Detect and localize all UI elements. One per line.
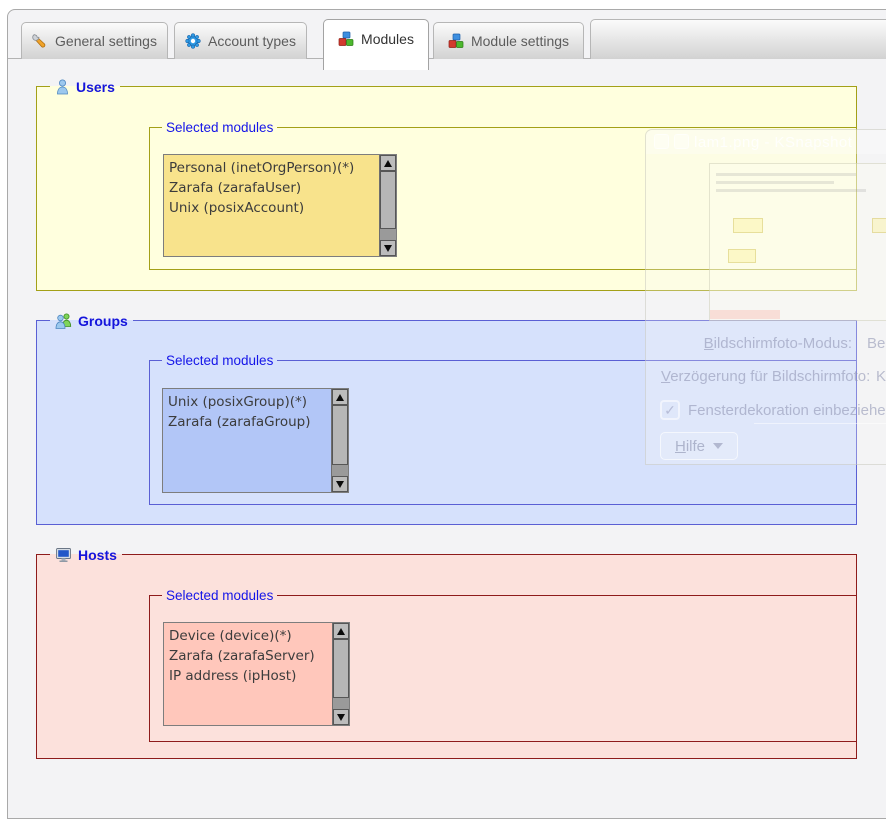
- list-item[interactable]: Zarafa (zarafaServer): [169, 646, 330, 666]
- scrollbar-thumb[interactable]: [333, 639, 349, 698]
- groups-modules-listbox[interactable]: Unix (posixGroup)(*) Zarafa (zarafaGroup…: [162, 388, 349, 493]
- section-label: Groups: [78, 313, 128, 329]
- scrollbar-track[interactable]: [380, 171, 396, 240]
- selected-modules-legend: Selected modules: [162, 587, 277, 604]
- tab-label: Modules: [361, 31, 414, 47]
- list-item[interactable]: Zarafa (zarafaGroup): [168, 412, 329, 432]
- scroll-down-button[interactable]: [380, 240, 396, 256]
- scrollbar-track[interactable]: [332, 405, 348, 476]
- scrollbar[interactable]: [332, 623, 349, 725]
- selected-modules-fieldset: Selected modules Unix (posixGroup)(*) Za…: [149, 360, 857, 505]
- scroll-down-button[interactable]: [332, 476, 348, 492]
- scrollbar-track[interactable]: [333, 639, 349, 709]
- scroll-down-button[interactable]: [333, 709, 349, 725]
- section-label: Hosts: [78, 547, 117, 563]
- selected-modules-fieldset: Selected modules Personal (inetOrgPerson…: [149, 127, 857, 270]
- scroll-up-button[interactable]: [333, 623, 349, 639]
- list-item[interactable]: Zarafa (zarafaUser): [169, 178, 377, 198]
- arrow-up-icon: [337, 628, 345, 635]
- section-groups-legend: Groups: [50, 311, 133, 330]
- scrollbar[interactable]: [379, 155, 396, 256]
- hosts-modules-listbox[interactable]: Device (device)(*) Zarafa (zarafaServer)…: [163, 622, 350, 726]
- group-icon: [55, 313, 72, 329]
- users-modules-listbox[interactable]: Personal (inetOrgPerson)(*) Zarafa (zara…: [163, 154, 397, 257]
- section-hosts: Hosts Selected modules Device (device)(*…: [36, 554, 857, 759]
- tab-modules[interactable]: Modules: [323, 19, 429, 70]
- list-item[interactable]: Personal (inetOrgPerson)(*): [169, 158, 377, 178]
- section-hosts-legend: Hosts: [50, 545, 122, 564]
- selected-modules-legend: Selected modules: [162, 352, 277, 369]
- tab-module-settings[interactable]: Module settings: [433, 22, 584, 59]
- gear-icon: [185, 33, 201, 49]
- config-frame: General settings Account types Modules: [7, 9, 886, 819]
- selected-modules-legend: Selected modules: [162, 119, 277, 136]
- section-label: Users: [76, 79, 115, 95]
- scrollbar-thumb[interactable]: [380, 171, 396, 229]
- arrow-down-icon: [336, 481, 344, 488]
- arrow-up-icon: [336, 394, 344, 401]
- scrollbar-thumb[interactable]: [332, 405, 348, 465]
- modules-icon: [338, 31, 354, 47]
- groups-modules-options: Unix (posixGroup)(*) Zarafa (zarafaGroup…: [163, 389, 331, 492]
- modules-icon: [448, 33, 464, 49]
- tab-strip-filler: [590, 19, 886, 59]
- host-icon: [55, 547, 72, 563]
- list-item[interactable]: IP address (ipHost): [169, 666, 330, 686]
- tab-general-settings[interactable]: General settings: [21, 22, 168, 59]
- arrow-up-icon: [384, 160, 392, 167]
- hosts-modules-options: Device (device)(*) Zarafa (zarafaServer)…: [164, 623, 332, 725]
- section-users: Users Selected modules Personal (inetOrg…: [36, 86, 857, 291]
- scrollbar[interactable]: [331, 389, 348, 492]
- section-groups: Groups Selected modules Unix (posixGroup…: [36, 320, 857, 525]
- users-modules-options: Personal (inetOrgPerson)(*) Zarafa (zara…: [164, 155, 379, 256]
- list-item[interactable]: Unix (posixGroup)(*): [168, 392, 329, 412]
- tab-account-types[interactable]: Account types: [174, 22, 307, 59]
- scroll-up-button[interactable]: [332, 389, 348, 405]
- tab-label: Account types: [208, 33, 296, 49]
- wrench-icon: [32, 33, 48, 49]
- arrow-down-icon: [337, 714, 345, 721]
- tab-label: Module settings: [471, 33, 569, 49]
- arrow-down-icon: [384, 245, 392, 252]
- selected-modules-fieldset: Selected modules Device (device)(*) Zara…: [149, 595, 857, 742]
- list-item[interactable]: Device (device)(*): [169, 626, 330, 646]
- user-icon: [55, 79, 70, 95]
- list-item[interactable]: Unix (posixAccount): [169, 198, 377, 218]
- scroll-up-button[interactable]: [380, 155, 396, 171]
- section-users-legend: Users: [50, 77, 120, 96]
- tab-label: General settings: [55, 33, 157, 49]
